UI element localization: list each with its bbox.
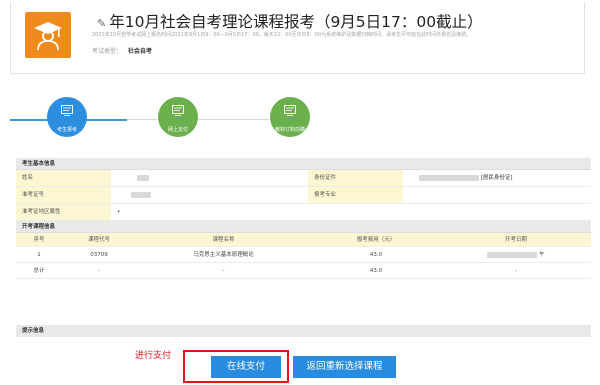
reselect-courses-button[interactable]: 返回重新选择课程	[293, 356, 396, 378]
admission-number-label: 准考证号	[16, 187, 111, 203]
online-pay-button[interactable]: 在线支付	[211, 356, 281, 378]
graduate-icon	[34, 22, 62, 51]
step-track-active	[85, 119, 127, 121]
pay-annotation: 进行支付	[135, 351, 172, 361]
total-name: -	[222, 268, 225, 274]
major-value	[403, 187, 591, 203]
admission-number-value	[111, 187, 308, 203]
name-label: 姓名	[16, 170, 111, 186]
course-info-heading: 开考课程信息	[16, 221, 591, 233]
step-track-active	[10, 119, 48, 121]
table-row-total: 总计 - - 43.0 -	[16, 263, 591, 279]
total-fee: 43.0	[369, 268, 383, 274]
region-label: 准考证地区属性	[16, 204, 111, 220]
course-name: 马克思主义基本原理概论	[193, 252, 254, 258]
pencil-icon: ✎	[97, 17, 107, 30]
column-header: 序号	[33, 237, 45, 243]
column-header: 开考日期	[504, 237, 527, 243]
form-icon	[61, 105, 73, 116]
total-code: -	[98, 268, 100, 274]
page-title: ✎ 年10月社会自考理论课程报考（9月5日17：00截止）	[97, 13, 483, 31]
info-row: 准考证号 报考专业	[16, 187, 591, 204]
course-table-header: 序号 课程代号 课程名称 报考费用（元） 开考日期	[16, 233, 591, 247]
hint-heading: 提示信息	[16, 325, 591, 337]
column-header: 报考费用（元）	[356, 237, 396, 243]
major-label: 报考专业	[308, 187, 403, 203]
course-date: 午	[441, 247, 591, 262]
id-value: [居民身份证]	[403, 170, 591, 186]
exam-logo	[25, 12, 71, 58]
exam-header-card: ✎ 年10月社会自考理论课程报考（9月5日17：00截止） 2021年10月自学考…	[10, 2, 585, 74]
basic-info-heading: 考生基本信息	[16, 158, 591, 170]
course-index: 1	[37, 252, 41, 258]
name-value	[111, 170, 308, 186]
exam-type-label: 考试类型：	[92, 48, 123, 55]
empty-cell	[308, 204, 591, 220]
step-online-payment: 网上支付	[158, 97, 198, 137]
total-date: -	[515, 268, 517, 274]
progress-steps: 考生报考 网上支付 教材订购前确	[0, 97, 600, 147]
registration-notice: 2021年10月自学考试网上报名时间2021年9月1日9：00—9月5日17：0…	[92, 32, 472, 38]
column-header: 课程代号	[87, 237, 110, 243]
registration-info-table: 考生基本信息 姓名 身份证件 [居民身份证] 准考证号 报考专业 准考证地区属性…	[16, 158, 591, 279]
form-icon	[172, 105, 184, 116]
id-type: [居民身份证]	[480, 175, 513, 181]
exam-type: 考试类型： 社会自考	[92, 46, 152, 55]
region-value: •	[117, 209, 121, 215]
exam-type-value: 社会自考	[128, 48, 153, 55]
info-row: 准考证地区属性 •	[16, 204, 591, 221]
course-fee: 43.0	[369, 252, 383, 258]
column-header: 课程名称	[212, 237, 235, 243]
course-code: 03709	[90, 252, 108, 258]
info-row: 姓名 身份证件 [居民身份证]	[16, 170, 591, 187]
step-textbook-order: 教材订购前确	[270, 97, 310, 137]
total-label: 总计	[33, 268, 45, 274]
table-row: 1 03709 马克思主义基本原理概论 43.0 午	[16, 247, 591, 263]
id-label: 身份证件	[308, 170, 403, 186]
form-icon	[284, 105, 296, 116]
step-exam-registration: 考生报考	[47, 97, 87, 137]
